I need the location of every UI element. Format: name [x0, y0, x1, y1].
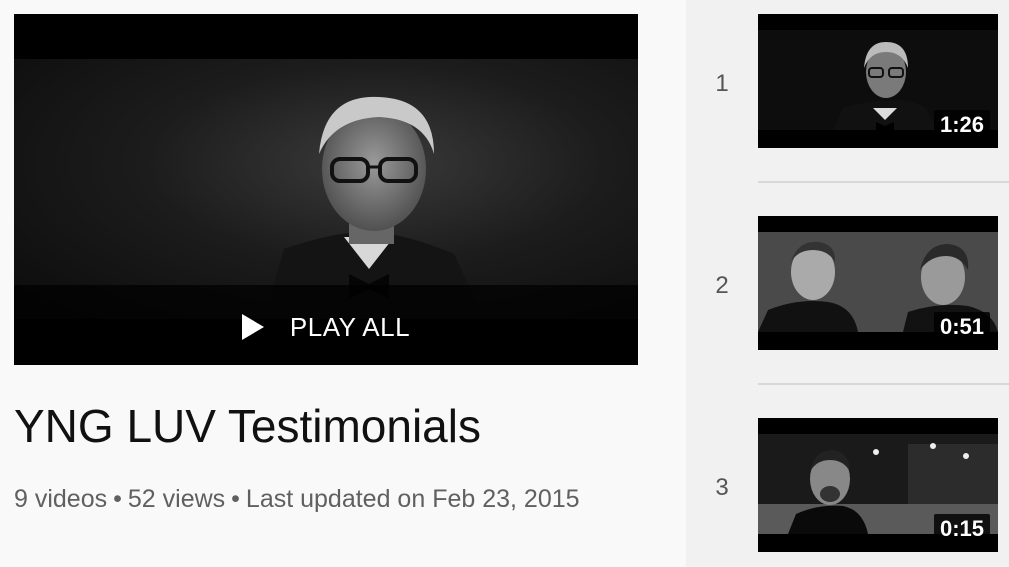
hero-portrait-image [264, 96, 484, 319]
video-thumbnail[interactable]: 0:51 [758, 216, 998, 350]
video-count: 9 videos [14, 485, 108, 513]
play-icon [241, 314, 264, 340]
video-index: 2 [715, 272, 729, 299]
hero-video-frame [14, 59, 638, 319]
video-index: 3 [715, 474, 729, 501]
play-all-button[interactable]: PLAY ALL [241, 311, 411, 343]
video-duration: 1:26 [933, 110, 990, 140]
video-thumbnail[interactable]: 1:26 [758, 14, 998, 148]
playlist-video-item[interactable]: 1 1:26 [686, 0, 1009, 150]
video-index: 1 [715, 70, 729, 97]
video-thumbnail[interactable]: 0:15 [758, 418, 998, 552]
play-all-overlay[interactable]: PLAY ALL [14, 285, 638, 365]
playlist-video-item[interactable]: 3 0:15 [686, 404, 1009, 554]
view-count: 52 views [127, 485, 226, 513]
playlist-stats: 9 videos • 52 views • Last updated on Feb 23… [14, 478, 634, 521]
list-divider [758, 383, 1009, 385]
video-duration: 0:15 [933, 514, 990, 544]
stats-separator: • [113, 485, 122, 513]
video-duration: 0:51 [933, 312, 990, 342]
playlist-title[interactable]: YNG LUV Testimonials [14, 398, 674, 454]
playlist-hero-thumbnail[interactable]: PLAY ALL [14, 14, 638, 365]
list-divider [758, 181, 1009, 183]
stats-separator: • [231, 485, 240, 513]
playlist-video-item[interactable]: 2 0:51 [686, 202, 1009, 352]
play-all-label: PLAY ALL [289, 311, 411, 342]
last-updated: Last updated on Feb 23, 2015 [245, 485, 580, 513]
